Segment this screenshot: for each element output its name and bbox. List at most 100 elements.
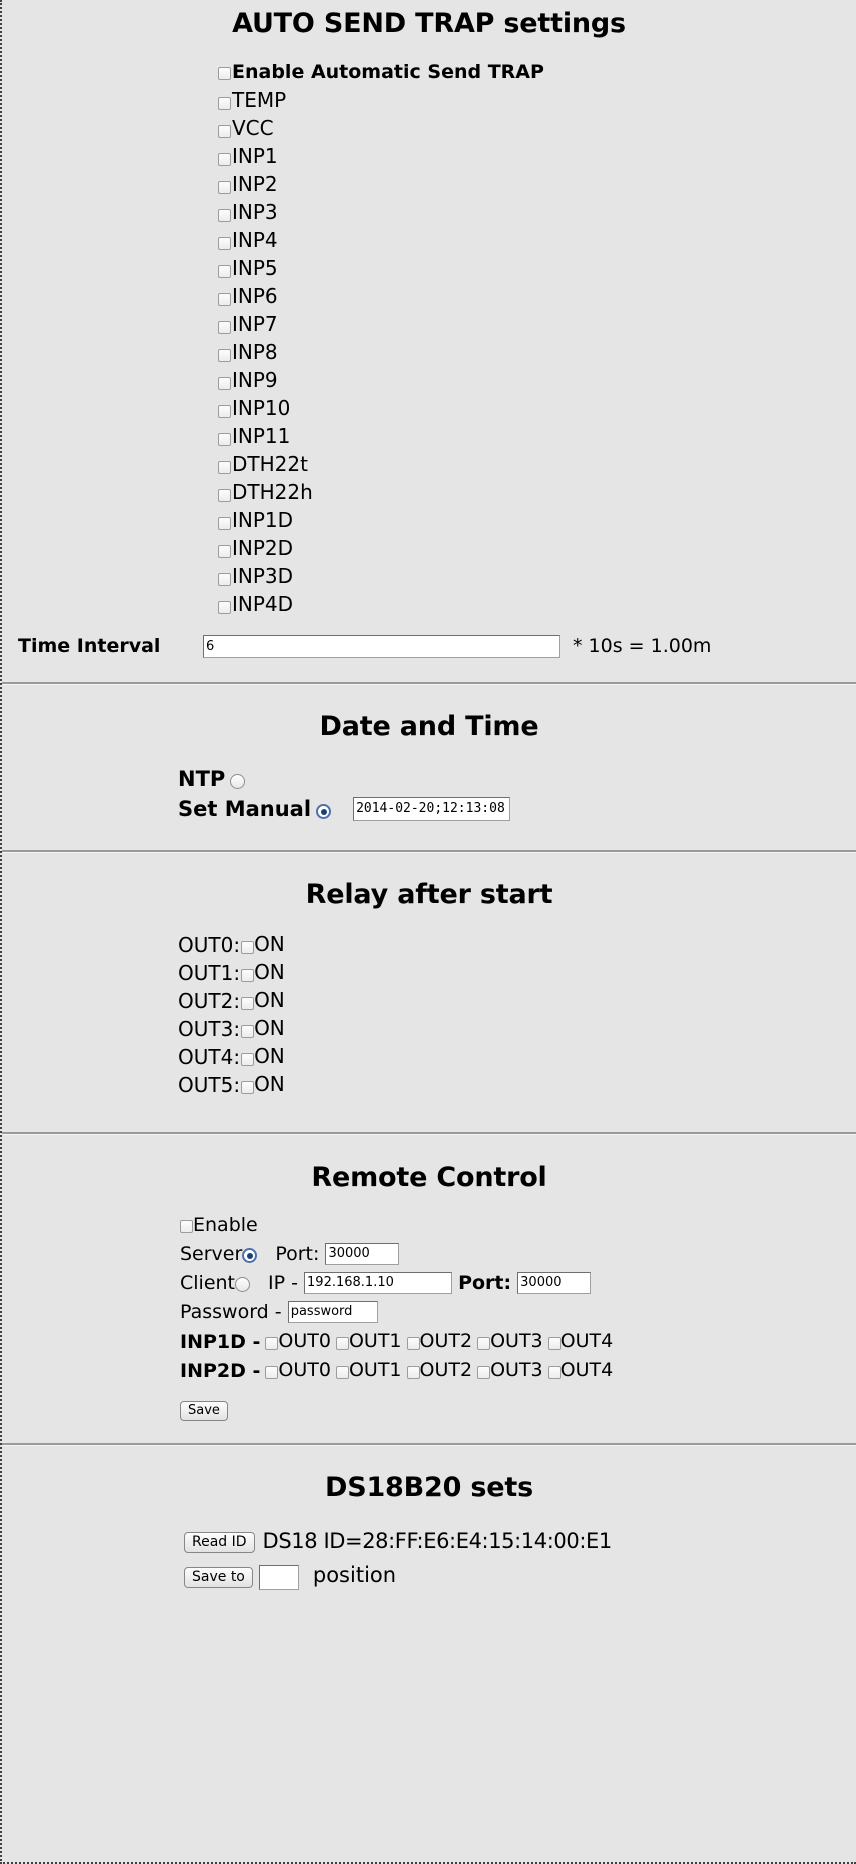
trap-item-label: INP3D	[232, 564, 294, 588]
remote-out-label: OUT0	[278, 1359, 331, 1381]
trap-checkbox[interactable]	[218, 489, 231, 502]
relay-on-label: ON	[254, 932, 285, 956]
remote-out-checkbox[interactable]	[265, 1366, 279, 1379]
trap-checkbox[interactable]	[218, 601, 231, 614]
relay-output-checkbox[interactable]	[241, 1081, 255, 1094]
ds18b20-save-row: Save to position	[2, 1559, 856, 1593]
password-input[interactable]	[287, 1300, 378, 1323]
ds18b20-heading: DS18B20 sets	[325, 1472, 533, 1503]
remote-out-checkbox[interactable]	[335, 1366, 349, 1379]
trap-item-label: INP11	[232, 424, 291, 448]
relay-output-row: OUT4: ON	[2, 1042, 856, 1070]
trap-item-label: TEMP	[232, 88, 287, 112]
read-id-button[interactable]: Read ID	[184, 1532, 255, 1553]
trap-checkbox[interactable]	[218, 181, 231, 194]
relay-output-label: OUT3:	[178, 1017, 241, 1041]
trap-checkbox[interactable]	[218, 237, 231, 250]
relay-after-start-heading: Relay after start	[305, 879, 553, 910]
trap-checkbox[interactable]	[218, 153, 231, 166]
trap-checkbox[interactable]	[218, 209, 231, 222]
trap-item-label: INP4	[232, 228, 278, 252]
time-interval-suffix: * 10s = 1.00m	[573, 635, 712, 657]
remote-out-checkbox[interactable]	[477, 1337, 491, 1350]
relay-on-label: ON	[254, 1016, 285, 1040]
trap-checkbox[interactable]	[218, 545, 231, 558]
trap-checkbox[interactable]	[218, 517, 231, 530]
remote-enable-row: Enable	[2, 1211, 856, 1240]
client-radio[interactable]	[235, 1277, 251, 1292]
relay-output-checkbox[interactable]	[241, 1025, 255, 1038]
trap-checkbox[interactable]	[218, 265, 231, 278]
trap-item-label: INP2	[232, 172, 278, 196]
remote-out-label: OUT2	[419, 1330, 473, 1352]
datetime-input[interactable]	[353, 796, 511, 821]
trap-checkbox[interactable]	[218, 293, 231, 306]
remote-out-checkbox[interactable]	[265, 1337, 279, 1350]
save-to-button[interactable]: Save to	[184, 1567, 253, 1588]
relay-output-checkbox[interactable]	[241, 997, 255, 1010]
remote-out-checkbox[interactable]	[335, 1337, 349, 1350]
trap-checkbox[interactable]	[218, 67, 231, 80]
relay-on-label: ON	[254, 1072, 285, 1096]
remote-out-checkbox[interactable]	[547, 1337, 561, 1350]
remote-out-label: OUT1	[348, 1359, 402, 1381]
client-ip-input[interactable]	[304, 1271, 453, 1294]
trap-checkbox[interactable]	[218, 349, 231, 362]
section-auto-send-trap: AUTO SEND TRAP settings Enable Automatic…	[2, 0, 856, 682]
settings-page: AUTO SEND TRAP settings Enable Automatic…	[0, 0, 856, 1864]
trap-item-row: INP10	[2, 394, 856, 422]
trap-checkbox[interactable]	[218, 433, 231, 446]
trap-item-row: INP2D	[2, 534, 856, 562]
remote-client-row: Client IP - Port:	[2, 1269, 856, 1298]
ntp-label: NTP	[178, 767, 226, 791]
client-port-input[interactable]	[517, 1271, 592, 1294]
trap-item-row: INP9	[2, 366, 856, 394]
date-and-time-heading: Date and Time	[319, 711, 539, 742]
remote-out-checkbox[interactable]	[547, 1366, 561, 1379]
trap-item-label: INP8	[232, 340, 278, 364]
relay-output-row: OUT2: ON	[2, 986, 856, 1014]
trap-item-label: INP3	[232, 200, 278, 224]
remote-out-checkbox[interactable]	[406, 1366, 420, 1379]
remote-out-label: OUT3	[490, 1330, 543, 1352]
trap-item-label: VCC	[232, 116, 274, 140]
relay-output-checkbox[interactable]	[241, 969, 255, 982]
trap-item-row: INP4D	[2, 590, 856, 618]
relay-output-label: OUT5:	[178, 1073, 241, 1097]
trap-item-label: INP5	[232, 256, 278, 280]
save-button[interactable]: Save	[180, 1401, 228, 1421]
trap-item-label: Enable Automatic Send TRAP	[232, 61, 544, 83]
position-label: position	[312, 1563, 397, 1587]
server-radio[interactable]	[242, 1248, 258, 1263]
trap-item-row: VCC	[2, 114, 856, 142]
inp2d-label: INP2D -	[180, 1360, 261, 1382]
position-input[interactable]	[258, 1565, 299, 1590]
remote-out-checkbox[interactable]	[477, 1366, 491, 1379]
trap-item-row: INP8	[2, 338, 856, 366]
set-manual-radio[interactable]	[316, 804, 332, 819]
trap-checkbox[interactable]	[218, 377, 231, 390]
relay-bottom-spacer	[2, 1098, 856, 1132]
time-interval-input[interactable]	[203, 634, 560, 658]
trap-checkbox[interactable]	[218, 573, 231, 586]
trap-item-row: INP11	[2, 422, 856, 450]
trap-checkbox[interactable]	[218, 461, 231, 474]
server-port-input[interactable]	[325, 1242, 400, 1265]
remote-out-checkbox[interactable]	[406, 1337, 420, 1350]
relay-on-label: ON	[254, 988, 285, 1012]
relay-output-checkbox[interactable]	[241, 941, 255, 954]
relay-output-row: OUT1: ON	[2, 958, 856, 986]
trap-item-label: DTH22t	[232, 452, 308, 476]
ntp-radio[interactable]	[230, 774, 246, 789]
remote-enable-checkbox[interactable]	[180, 1220, 193, 1233]
trap-item-label: INP10	[232, 396, 291, 420]
trap-item-label: INP1	[232, 144, 278, 168]
trap-item-row: INP7	[2, 310, 856, 338]
relay-output-checkbox[interactable]	[241, 1053, 255, 1066]
trap-checkbox[interactable]	[218, 321, 231, 334]
trap-checkbox[interactable]	[218, 97, 231, 110]
trap-checkbox[interactable]	[218, 405, 231, 418]
relay-output-label: OUT0:	[178, 933, 241, 957]
section-date-and-time: Date and Time NTP Set Manual	[2, 685, 856, 850]
trap-checkbox[interactable]	[218, 125, 231, 138]
